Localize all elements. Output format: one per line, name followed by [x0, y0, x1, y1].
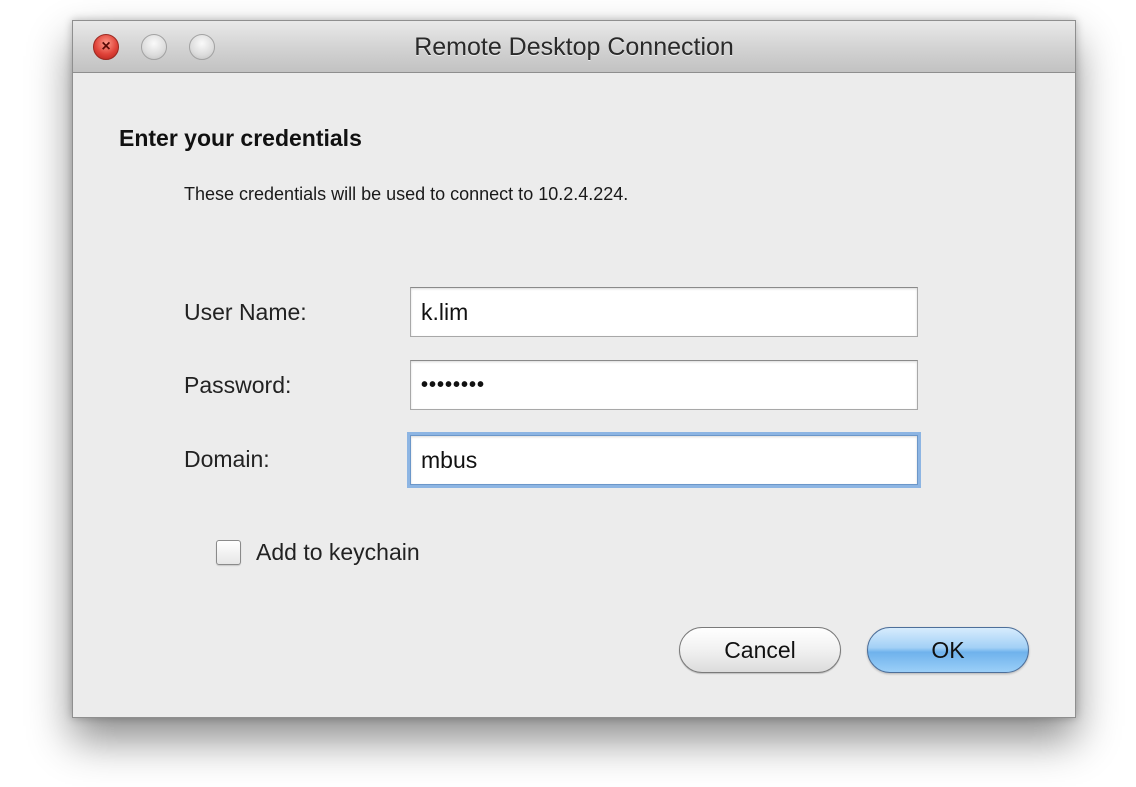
username-label: User Name:	[184, 299, 307, 325]
add-to-keychain-checkbox[interactable]	[216, 540, 241, 565]
remote-desktop-dialog: × Remote Desktop Connection Enter your c…	[72, 20, 1076, 718]
dialog-heading: Enter your credentials	[119, 125, 362, 151]
cancel-button[interactable]: Cancel	[679, 627, 841, 673]
dialog-description: These credentials will be used to connec…	[184, 184, 629, 204]
add-to-keychain-label[interactable]: Add to keychain	[256, 539, 420, 566]
password-field[interactable]: ••••••••	[410, 360, 918, 410]
keychain-option[interactable]: Add to keychain	[216, 539, 420, 566]
password-label: Password:	[184, 372, 292, 398]
ok-button[interactable]: OK	[867, 627, 1029, 673]
username-field[interactable]: k.lim	[410, 287, 918, 337]
window-title: Remote Desktop Connection	[414, 33, 734, 61]
domain-field[interactable]: mbus	[410, 435, 918, 485]
domain-label: Domain:	[184, 446, 270, 472]
title-bar[interactable]: × Remote Desktop Connection	[73, 21, 1075, 73]
